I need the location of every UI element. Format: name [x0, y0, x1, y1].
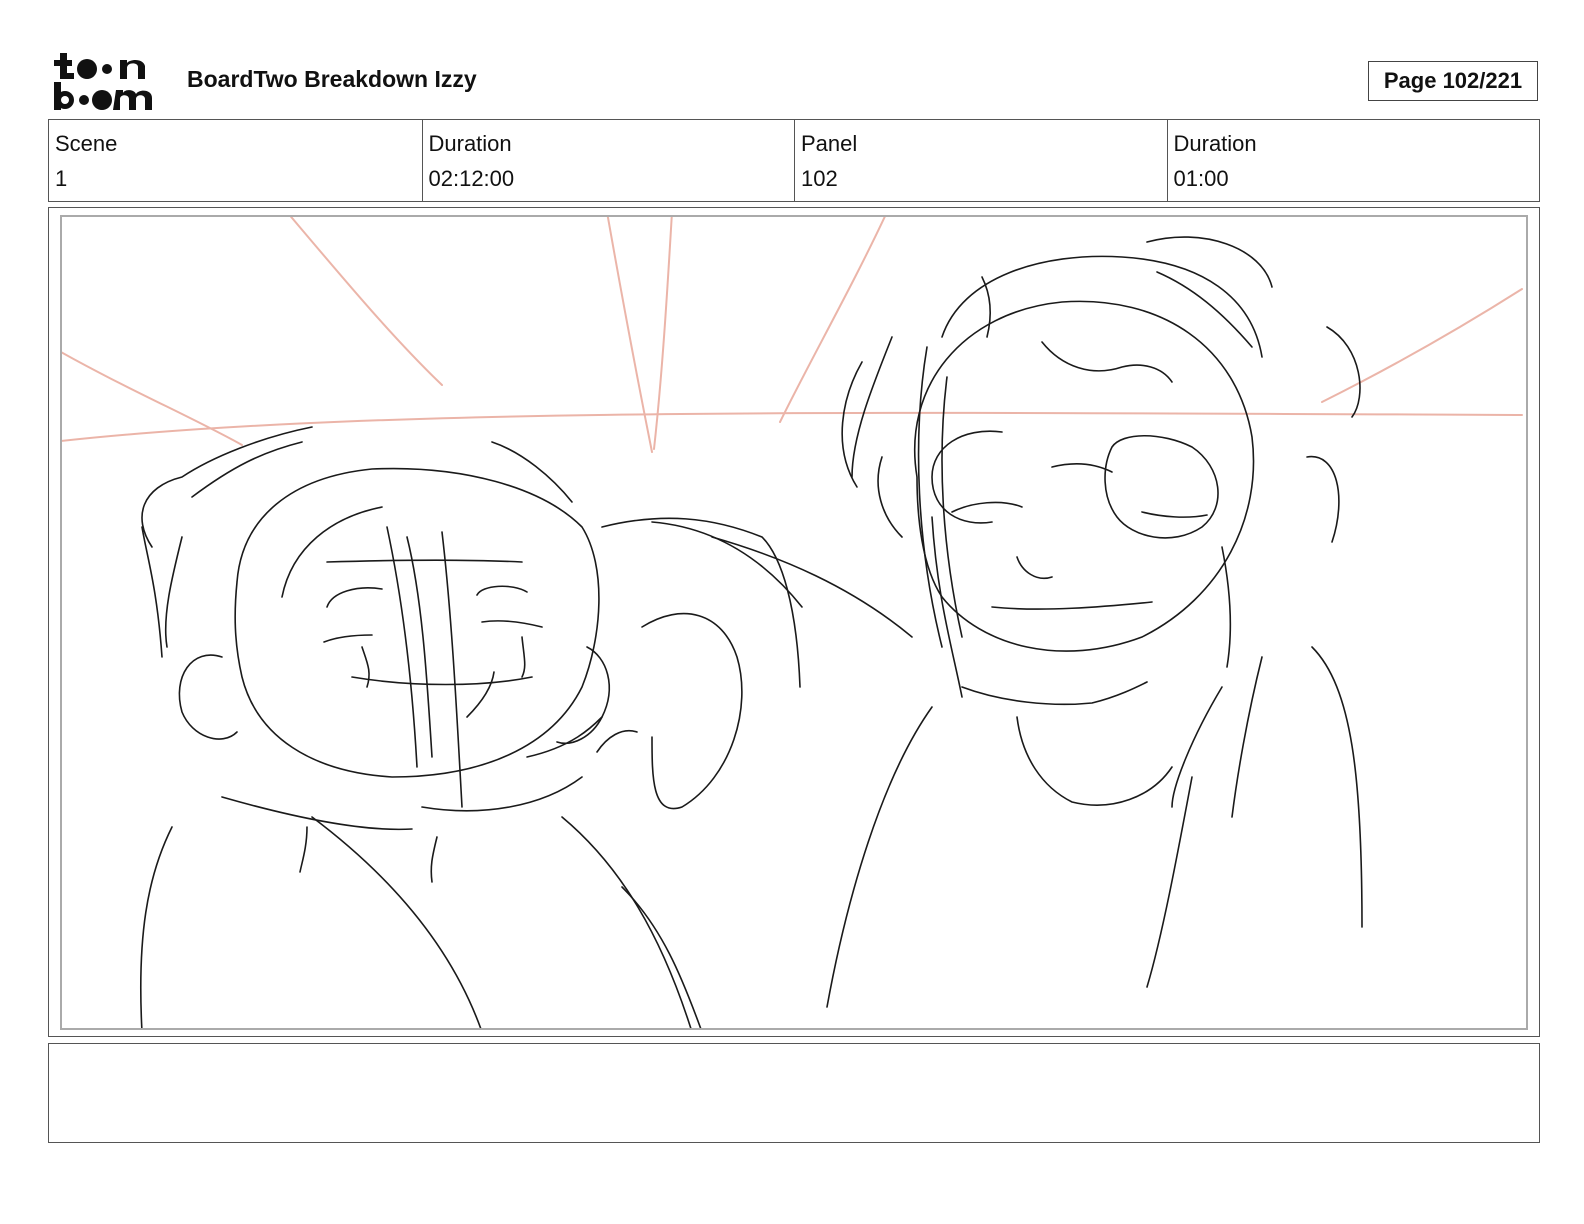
scene-duration-value: 02:12:00: [428, 166, 515, 191]
panel-sketch: [60, 215, 1528, 1030]
scene-label: Scene: [55, 131, 118, 156]
panel-info-table: Scene 1 Duration 02:12:00 Panel 102 Dura…: [48, 119, 1540, 202]
storyboard-page: BoardTwo Breakdown Izzy Page 102/221 Sce…: [0, 0, 1584, 1224]
toon-boom-logo: [50, 50, 165, 112]
panel-duration-cell: Duration 01:00: [1166, 120, 1540, 202]
scene-cell: Scene 1: [49, 120, 422, 202]
panel-duration-label: Duration: [1173, 131, 1257, 156]
panel-value: 102: [801, 166, 838, 191]
panel-notes-box: [48, 1043, 1540, 1143]
document-title: BoardTwo Breakdown Izzy: [187, 66, 477, 92]
panel-cell: Panel 102: [794, 120, 1167, 202]
scene-value: 1: [55, 166, 68, 191]
scene-duration-cell: Duration 02:12:00: [421, 120, 795, 202]
panel-label: Panel: [801, 131, 858, 156]
scene-duration-label: Duration: [428, 131, 512, 156]
panel-duration-value: 01:00: [1173, 166, 1229, 191]
page-indicator: Page 102/221: [1368, 61, 1538, 101]
sketch-drawing: [62, 217, 1523, 1028]
